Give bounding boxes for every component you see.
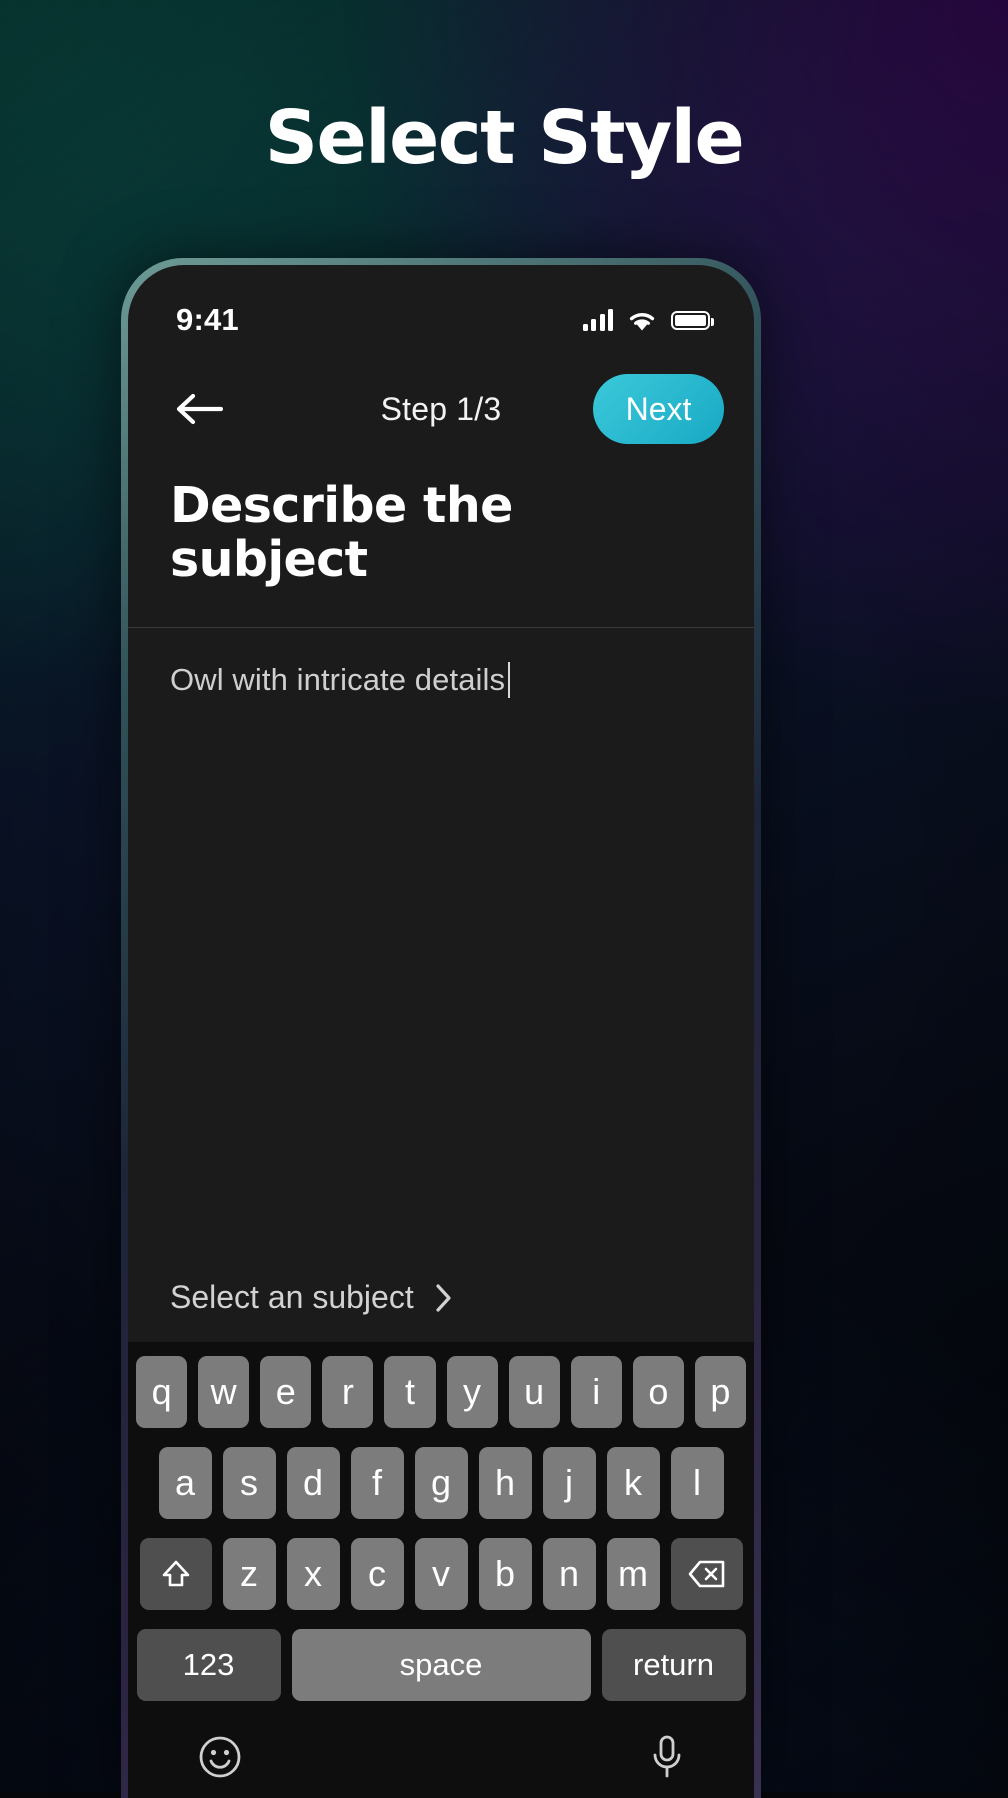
keyboard-row-2: asdfghjkl <box>136 1447 746 1519</box>
next-button[interactable]: Next <box>593 374 724 444</box>
microphone-icon <box>653 1735 681 1778</box>
key-p[interactable]: p <box>694 1356 746 1428</box>
backspace-key[interactable] <box>670 1538 743 1610</box>
key-x[interactable]: x <box>286 1538 340 1610</box>
screen-heading: Describe the subject <box>170 477 513 588</box>
shift-key[interactable] <box>139 1538 212 1610</box>
key-t[interactable]: t <box>384 1356 436 1428</box>
key-g[interactable]: g <box>414 1447 468 1519</box>
key-r[interactable]: r <box>322 1356 374 1428</box>
key-a[interactable]: a <box>158 1447 212 1519</box>
key-f[interactable]: f <box>350 1447 404 1519</box>
key-z[interactable]: z <box>222 1538 276 1610</box>
phone-screen: 9:41 Step 1/3 Next Describe the subject … <box>128 265 754 1798</box>
key-u[interactable]: u <box>508 1356 560 1428</box>
emoji-smiley-icon <box>199 1736 241 1778</box>
status-icons <box>582 309 714 332</box>
signal-icon <box>582 309 613 331</box>
key-k[interactable]: k <box>606 1447 660 1519</box>
select-subject-label: Select an subject <box>170 1279 414 1315</box>
space-key[interactable]: space <box>291 1629 591 1701</box>
key-e[interactable]: e <box>260 1356 312 1428</box>
on-screen-keyboard: qwertyuiop asdfghjkl zxcvbnm 123 space r… <box>128 1342 754 1798</box>
keyboard-row-4: 123 space return <box>136 1629 746 1701</box>
prompt-input-area[interactable]: Owl with intricate details <box>128 627 754 1279</box>
key-d[interactable]: d <box>286 1447 340 1519</box>
text-caret <box>508 661 511 698</box>
key-h[interactable]: h <box>478 1447 532 1519</box>
emoji-key[interactable] <box>198 1735 242 1779</box>
battery-icon <box>671 310 714 330</box>
phone-mockup-frame: 9:41 Step 1/3 Next Describe the subject … <box>121 258 761 1798</box>
page-title: Select Style <box>264 95 745 181</box>
wifi-icon <box>626 309 658 332</box>
status-time: 9:41 <box>176 302 239 337</box>
nav-bar: Step 1/3 Next <box>128 357 754 461</box>
prompt-input-value: Owl with intricate details <box>170 661 506 697</box>
back-button[interactable] <box>170 380 228 438</box>
keyboard-bottom-row <box>136 1720 746 1798</box>
key-y[interactable]: y <box>446 1356 498 1428</box>
status-bar: 9:41 <box>128 265 754 357</box>
key-m[interactable]: m <box>606 1538 660 1610</box>
numbers-key[interactable]: 123 <box>136 1629 281 1701</box>
key-j[interactable]: j <box>542 1447 596 1519</box>
chevron-right-icon <box>434 1283 454 1313</box>
key-b[interactable]: b <box>478 1538 532 1610</box>
key-c[interactable]: c <box>350 1538 404 1610</box>
arrow-left-icon <box>176 393 223 425</box>
key-v[interactable]: v <box>414 1538 468 1610</box>
return-key[interactable]: return <box>601 1629 746 1701</box>
prompt-line: Owl with intricate details <box>170 661 712 698</box>
shift-up-icon <box>162 1560 189 1587</box>
keyboard-row-3: zxcvbnm <box>136 1538 746 1610</box>
key-s[interactable]: s <box>222 1447 276 1519</box>
key-i[interactable]: i <box>570 1356 622 1428</box>
key-l[interactable]: l <box>670 1447 724 1519</box>
backspace-icon <box>688 1560 724 1588</box>
select-subject-row[interactable]: Select an subject <box>128 1279 754 1342</box>
key-o[interactable]: o <box>632 1356 684 1428</box>
dictation-key[interactable] <box>650 1734 684 1780</box>
keyboard-row-1: qwertyuiop <box>136 1356 746 1428</box>
key-w[interactable]: w <box>198 1356 250 1428</box>
key-n[interactable]: n <box>542 1538 596 1610</box>
key-q[interactable]: q <box>136 1356 188 1428</box>
